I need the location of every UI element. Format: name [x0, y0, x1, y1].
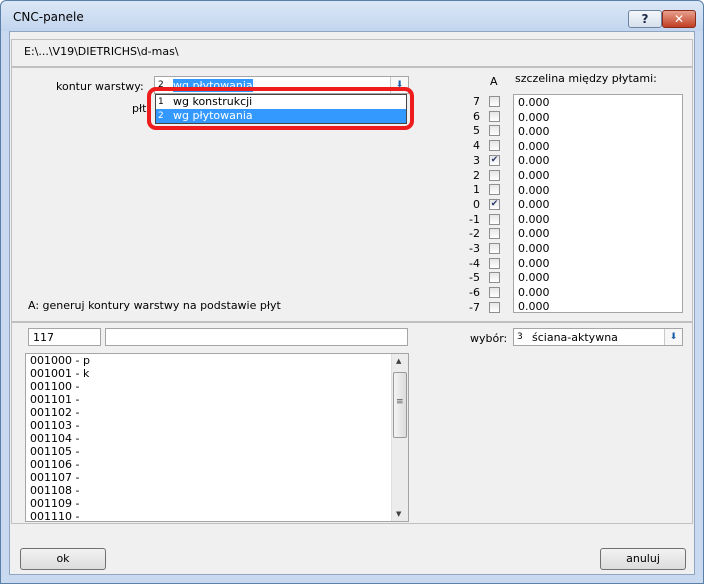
- list-item[interactable]: 001109 -: [30, 497, 79, 511]
- level-number: -2: [469, 227, 480, 241]
- level-checkbox[interactable]: [489, 110, 500, 122]
- close-button[interactable]: ✕: [662, 10, 696, 28]
- level-checkbox[interactable]: [489, 169, 500, 181]
- title-bar[interactable]: CNC-panele ? ✕: [1, 1, 703, 31]
- note-text: A: generuj kontury warstwy na podstawie …: [28, 299, 281, 312]
- level-number: -6: [469, 286, 480, 300]
- level-checkbox[interactable]: [489, 228, 500, 240]
- window-title: CNC-panele: [13, 10, 84, 24]
- items-scrollbar[interactable]: ▲ ≡ ▼: [391, 354, 408, 521]
- gap-value[interactable]: 0.000: [518, 198, 550, 212]
- ok-button[interactable]: ok: [20, 548, 106, 570]
- checkmark-icon: ✔: [490, 198, 499, 209]
- level-number: 1: [473, 183, 480, 197]
- level-checkbox[interactable]: [489, 287, 500, 299]
- list-item[interactable]: 001103 -: [30, 419, 79, 433]
- scroll-down-icon[interactable]: ▼: [396, 510, 401, 518]
- gap-value[interactable]: 0.000: [518, 286, 550, 300]
- gap-value[interactable]: 0.000: [518, 184, 550, 198]
- gap-value[interactable]: 0.000: [518, 300, 550, 312]
- dialog-client: E:\...\V19\DIETRICHS\d-mas\ kontur warst…: [9, 31, 695, 575]
- gap-value[interactable]: 0.000: [518, 227, 550, 241]
- dialog-window: CNC-panele ? ✕ E:\...\V19\DIETRICHS\d-ma…: [0, 0, 704, 584]
- level-number: 5: [473, 124, 480, 138]
- level-number: 7: [473, 95, 480, 108]
- list-item[interactable]: 001001 - k: [30, 367, 89, 381]
- gap-value[interactable]: 0.000: [518, 125, 550, 139]
- level-number: 2: [473, 168, 480, 182]
- count-value: 117: [33, 331, 54, 344]
- gap-value[interactable]: 0.000: [518, 242, 550, 256]
- list-item[interactable]: 001110 -: [30, 510, 79, 521]
- gap-value[interactable]: 0.000: [518, 96, 550, 110]
- gap-value[interactable]: 0.000: [518, 271, 550, 285]
- level-checkbox[interactable]: [489, 243, 500, 254]
- scrollbar-thumb[interactable]: ≡: [393, 372, 407, 438]
- level-number: 6: [473, 109, 480, 123]
- path-label: E:\...\V19\DIETRICHS\d-mas\: [24, 45, 179, 58]
- name-field[interactable]: [105, 328, 408, 346]
- level-checkbox[interactable]: [489, 184, 500, 196]
- level-number: -1: [469, 212, 480, 226]
- gap-value[interactable]: 0.000: [518, 169, 550, 183]
- level-checkbox[interactable]: [489, 140, 500, 152]
- scroll-up-icon[interactable]: ▲: [396, 357, 401, 365]
- gap-value[interactable]: 0.000: [518, 140, 550, 154]
- items-list[interactable]: 001000 - p 001001 - k 001100 -001101 -0011…: [25, 353, 409, 522]
- gap-value[interactable]: 0.000: [518, 257, 550, 271]
- dropdown-arrow-icon[interactable]: ⬇: [664, 329, 682, 345]
- list-item[interactable]: 001106 -: [30, 458, 79, 472]
- level-checkbox[interactable]: [489, 96, 500, 107]
- level-number: -5: [469, 271, 480, 285]
- count-field[interactable]: 117: [28, 328, 101, 346]
- checkmark-icon: ✔: [490, 154, 499, 165]
- grip-icon: ≡: [396, 397, 404, 407]
- wybor-text: ściana-aktywna: [532, 331, 618, 344]
- highlight-annotation: [147, 87, 414, 130]
- wybor-combo[interactable]: 3 ściana-aktywna ⬇: [513, 328, 683, 346]
- cancel-button[interactable]: anuluj: [600, 548, 686, 570]
- list-item[interactable]: 001108 -: [30, 484, 79, 498]
- gap-value[interactable]: 0.000: [518, 111, 550, 125]
- level-number: 3: [473, 153, 480, 167]
- wybor-label: wybór:: [470, 332, 508, 345]
- level-checkbox[interactable]: [489, 213, 500, 225]
- a-column-header: A: [490, 75, 498, 88]
- level-number: -4: [469, 256, 480, 270]
- level-number: 0: [473, 197, 480, 211]
- list-item[interactable]: 001102 -: [30, 406, 79, 420]
- level-checkbox[interactable]: ✔: [489, 154, 500, 166]
- plyt-label: płt: [132, 102, 147, 115]
- list-item[interactable]: 001104 -: [30, 432, 79, 446]
- close-icon: ✕: [673, 12, 685, 26]
- gap-value[interactable]: 0.000: [518, 213, 550, 227]
- wybor-num: 3: [517, 332, 523, 342]
- level-checkbox[interactable]: ✔: [489, 198, 500, 210]
- help-button[interactable]: ?: [628, 10, 662, 28]
- list-item[interactable]: 001107 -: [30, 471, 79, 485]
- level-checkbox[interactable]: [489, 125, 500, 137]
- gap-values-list[interactable]: 0.000 0.000 0.000 0.000 0.000 0.000 0.000 0.000…: [513, 94, 683, 313]
- level-number: 4: [473, 139, 480, 153]
- gap-header: szczelina między płytami:: [515, 72, 657, 85]
- level-number: -3: [469, 242, 480, 255]
- kontur-label: kontur warstwy:: [56, 80, 144, 93]
- level-checkbox[interactable]: [489, 257, 500, 269]
- level-number: -7: [469, 300, 480, 314]
- list-item[interactable]: 001100 -: [30, 380, 79, 394]
- gap-value[interactable]: 0.000: [518, 154, 550, 168]
- list-item[interactable]: 001101 -: [30, 393, 79, 407]
- level-checkbox[interactable]: [489, 272, 500, 284]
- question-mark-icon: ?: [641, 12, 649, 26]
- list-item[interactable]: 001105 -: [30, 445, 79, 459]
- level-checkbox[interactable]: [489, 301, 500, 313]
- list-item[interactable]: 001000 - p: [30, 354, 90, 368]
